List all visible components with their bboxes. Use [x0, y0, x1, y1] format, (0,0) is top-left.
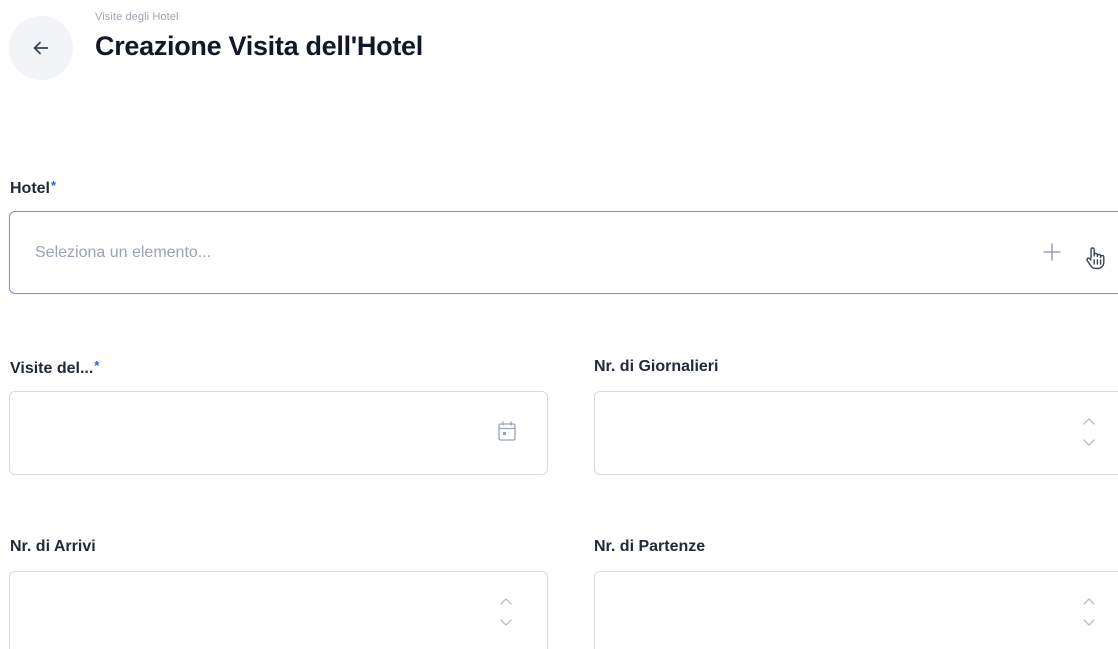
departures-label: Nr. di Partenze [594, 538, 706, 555]
number-stepper[interactable] [498, 594, 514, 630]
hotel-select[interactable]: Seleziona un elemento... [9, 211, 1118, 294]
hotel-label-text: Hotel [10, 180, 50, 197]
stepper-up-button[interactable] [1081, 414, 1097, 428]
chevron-down-icon [1083, 619, 1095, 626]
stepper-down-button[interactable] [1081, 616, 1097, 630]
daily-count-input[interactable] [594, 391, 1118, 475]
breadcrumb[interactable]: Visite degli Hotel [95, 11, 179, 23]
chevron-up-icon [1083, 598, 1095, 605]
arrow-left-icon [33, 41, 49, 55]
arrivals-label: Nr. di Arrivi [10, 538, 96, 555]
back-button[interactable] [9, 16, 73, 80]
stepper-up-button[interactable] [1081, 594, 1097, 608]
required-mark: * [94, 358, 100, 373]
visit-date-label-text: Visite del... [10, 360, 94, 377]
page-title: Creazione Visita dell'Hotel [95, 31, 423, 61]
daily-count-label: Nr. di Giornalieri [594, 358, 719, 375]
arrivals-input[interactable] [9, 571, 548, 649]
stepper-down-button[interactable] [498, 616, 514, 630]
visit-date-label: Visite del...* [10, 358, 99, 378]
hotel-select-placeholder: Seleziona un elemento... [35, 244, 212, 261]
chevron-up-icon [1083, 418, 1095, 425]
page: Visite degli Hotel Creazione Visita dell… [0, 0, 1118, 649]
calendar-icon[interactable] [497, 420, 517, 442]
required-mark: * [51, 178, 57, 193]
chevron-down-icon [1083, 439, 1095, 446]
chevron-down-icon [500, 619, 512, 626]
departures-input[interactable] [594, 571, 1118, 649]
stepper-down-button[interactable] [1081, 436, 1097, 450]
hotel-label: Hotel* [10, 178, 56, 198]
hand-pointer-icon [1086, 247, 1105, 270]
number-stepper[interactable] [1081, 594, 1097, 630]
visit-date-input[interactable] [9, 391, 548, 475]
number-stepper[interactable] [1081, 414, 1097, 450]
chevron-up-icon [500, 598, 512, 605]
stepper-up-button[interactable] [498, 594, 514, 608]
plus-icon[interactable] [1042, 242, 1062, 262]
